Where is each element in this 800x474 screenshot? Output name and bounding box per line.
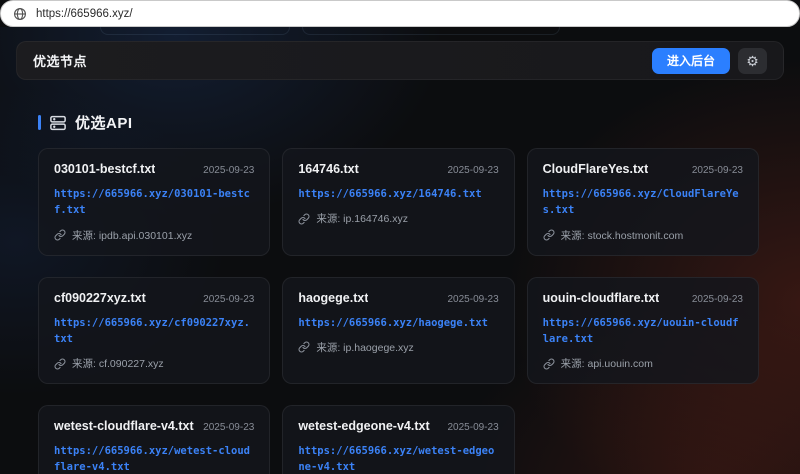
card-date: 2025-09-23 bbox=[203, 294, 254, 305]
section-title: 优选API bbox=[75, 112, 133, 133]
card-header: wetest-cloudflare-v4.txt 2025-09-23 bbox=[54, 419, 254, 433]
card-date: 2025-09-23 bbox=[203, 422, 254, 433]
card-source-text: 来源: ip.haogege.xyz bbox=[316, 340, 413, 355]
url-input[interactable] bbox=[36, 8, 636, 20]
card-source-row: 来源: ip.164746.xyz bbox=[298, 211, 498, 226]
card-header: cf090227xyz.txt 2025-09-23 bbox=[54, 291, 254, 305]
card-title: CloudFlareYes.txt bbox=[543, 162, 649, 176]
card-url-link[interactable]: https://665966.xyz/haogege.txt bbox=[298, 315, 498, 331]
cutoff-strip bbox=[0, 27, 800, 42]
card-header: uouin-cloudflare.txt 2025-09-23 bbox=[543, 291, 743, 305]
section-accent-bar bbox=[38, 115, 41, 130]
card-title: 030101-bestcf.txt bbox=[54, 162, 155, 176]
settings-button[interactable]: ⚙ bbox=[738, 48, 767, 74]
card-source-text: 来源: stock.hostmonit.com bbox=[561, 228, 684, 243]
browser-url-bar bbox=[0, 0, 800, 27]
card-url-link[interactable]: https://665966.xyz/uouin-cloudflare.txt bbox=[543, 315, 743, 348]
card-date: 2025-09-23 bbox=[448, 294, 499, 305]
card-source-row: 来源: ip.haogege.xyz bbox=[298, 340, 498, 355]
card-title: uouin-cloudflare.txt bbox=[543, 291, 660, 305]
card-url-link[interactable]: https://665966.xyz/wetest-cloudflare-v4.… bbox=[54, 443, 254, 474]
card-header: haogege.txt 2025-09-23 bbox=[298, 291, 498, 305]
card-header: 164746.txt 2025-09-23 bbox=[298, 162, 498, 176]
card-source-text: 来源: ip.164746.xyz bbox=[316, 211, 408, 226]
card-source-row: 来源: ipdb.api.030101.xyz bbox=[54, 228, 254, 243]
card-source-text: 来源: cf.090227.xyz bbox=[72, 356, 164, 371]
link-icon bbox=[54, 358, 66, 370]
card-header: 030101-bestcf.txt 2025-09-23 bbox=[54, 162, 254, 176]
card-title: cf090227xyz.txt bbox=[54, 291, 146, 305]
api-card: 164746.txt 2025-09-23 https://665966.xyz… bbox=[282, 148, 514, 256]
card-url-link[interactable]: https://665966.xyz/164746.txt bbox=[298, 186, 498, 202]
card-title: haogege.txt bbox=[298, 291, 368, 305]
cutoff-card-edge bbox=[100, 27, 290, 35]
card-date: 2025-09-23 bbox=[692, 294, 743, 305]
api-card: haogege.txt 2025-09-23 https://665966.xy… bbox=[282, 277, 514, 385]
card-header: wetest-edgeone-v4.txt 2025-09-23 bbox=[298, 419, 498, 433]
header-actions: 进入后台 ⚙ bbox=[652, 48, 767, 74]
api-card: wetest-cloudflare-v4.txt 2025-09-23 http… bbox=[38, 405, 270, 474]
api-card: CloudFlareYes.txt 2025-09-23 https://665… bbox=[527, 148, 759, 256]
link-icon bbox=[298, 341, 310, 353]
card-date: 2025-09-23 bbox=[692, 165, 743, 176]
card-source-row: 来源: cf.090227.xyz bbox=[54, 356, 254, 371]
card-title: wetest-edgeone-v4.txt bbox=[298, 419, 429, 433]
card-source-text: 来源: api.uouin.com bbox=[561, 356, 653, 371]
api-card: wetest-edgeone-v4.txt 2025-09-23 https:/… bbox=[282, 405, 514, 474]
admin-button[interactable]: 进入后台 bbox=[652, 48, 730, 74]
card-date: 2025-09-23 bbox=[448, 165, 499, 176]
header-bar: 优选节点 进入后台 ⚙ bbox=[16, 41, 784, 80]
api-cards-grid: 030101-bestcf.txt 2025-09-23 https://665… bbox=[38, 148, 759, 474]
api-card: uouin-cloudflare.txt 2025-09-23 https://… bbox=[527, 277, 759, 385]
card-source-text: 来源: ipdb.api.030101.xyz bbox=[72, 228, 192, 243]
card-url-link[interactable]: https://665966.xyz/wetest-edgeone-v4.txt bbox=[298, 443, 498, 474]
api-card: cf090227xyz.txt 2025-09-23 https://66596… bbox=[38, 277, 270, 385]
page-body: 优选节点 进入后台 ⚙ 优选API 030101-bestcf.txt 2025… bbox=[0, 27, 800, 474]
card-date: 2025-09-23 bbox=[203, 165, 254, 176]
cutoff-card-edge bbox=[302, 27, 560, 35]
api-card: 030101-bestcf.txt 2025-09-23 https://665… bbox=[38, 148, 270, 256]
card-title: 164746.txt bbox=[298, 162, 358, 176]
link-icon bbox=[54, 229, 66, 241]
section-title-row: 优选API bbox=[38, 112, 133, 133]
card-source-row: 来源: api.uouin.com bbox=[543, 356, 743, 371]
server-icon bbox=[49, 114, 67, 132]
card-date: 2025-09-23 bbox=[448, 422, 499, 433]
card-source-row: 来源: stock.hostmonit.com bbox=[543, 228, 743, 243]
link-icon bbox=[543, 358, 555, 370]
card-title: wetest-cloudflare-v4.txt bbox=[54, 419, 194, 433]
gear-icon: ⚙ bbox=[746, 54, 759, 68]
link-icon bbox=[298, 213, 310, 225]
link-icon bbox=[543, 229, 555, 241]
globe-icon[interactable] bbox=[13, 7, 27, 21]
card-header: CloudFlareYes.txt 2025-09-23 bbox=[543, 162, 743, 176]
card-url-link[interactable]: https://665966.xyz/030101-bestcf.txt bbox=[54, 186, 254, 219]
card-url-link[interactable]: https://665966.xyz/cf090227xyz.txt bbox=[54, 315, 254, 348]
page-title: 优选节点 bbox=[33, 51, 87, 70]
card-url-link[interactable]: https://665966.xyz/CloudFlareYes.txt bbox=[543, 186, 743, 219]
